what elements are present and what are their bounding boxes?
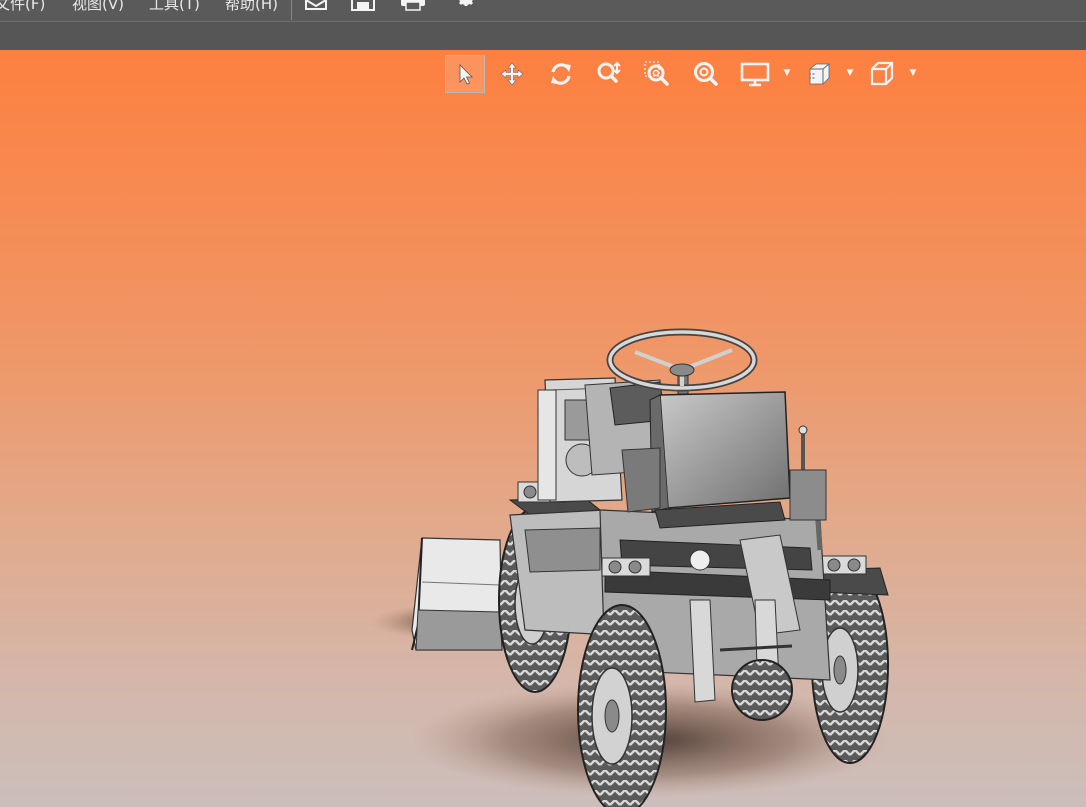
select-tool-button[interactable]: [445, 55, 485, 93]
cad-viewer-window: 文件(F) 视图(V) 工具(T) 帮助(H) ▼ ▼ ▼: [0, 0, 1086, 807]
pan-move-icon: [500, 62, 524, 86]
select-pointer-icon: [459, 64, 473, 85]
menu-help[interactable]: 帮助(H): [225, 0, 278, 14]
section-view-dropdown-caret[interactable]: ▼: [845, 68, 855, 78]
save-icon[interactable]: [350, 0, 376, 12]
display-mode-dropdown-caret[interactable]: ▼: [782, 68, 792, 78]
rotate-icon: [551, 63, 571, 85]
display-mode-icon: [740, 62, 770, 87]
display-mode-button[interactable]: [735, 55, 775, 93]
menu-tools[interactable]: 工具(T): [149, 0, 200, 14]
3d-viewport[interactable]: ▼ ▼ ▼: [0, 50, 1086, 807]
menu-separator: [291, 0, 292, 20]
print-icon[interactable]: [400, 0, 426, 12]
pan-tool-button[interactable]: [492, 55, 532, 93]
tractor-loader-model[interactable]: [360, 270, 920, 807]
zoom-tool-button[interactable]: [589, 55, 629, 93]
menu-file[interactable]: 文件(F): [0, 0, 45, 14]
menu-bar: 文件(F) 视图(V) 工具(T) 帮助(H): [0, 0, 1086, 22]
settings-gear-icon[interactable]: [454, 0, 480, 12]
rotate-tool-button[interactable]: [541, 55, 581, 93]
view-orientation-cube-icon: [870, 61, 894, 86]
section-view-button[interactable]: [799, 55, 839, 93]
secondary-toolbar: [0, 22, 1086, 50]
open-icon[interactable]: [303, 0, 329, 12]
menu-view[interactable]: 视图(V): [72, 0, 124, 14]
zoom-icon: [597, 61, 621, 83]
zoom-window-button[interactable]: [637, 55, 677, 93]
zoom-window-icon: [644, 61, 669, 86]
section-view-icon: [809, 63, 830, 85]
view-orientation-dropdown-caret[interactable]: ▼: [908, 68, 918, 78]
view-toolbar: ▼ ▼ ▼: [444, 53, 924, 95]
zoom-fit-button[interactable]: [686, 55, 726, 93]
zoom-fit-icon: [694, 62, 718, 86]
view-orientation-button[interactable]: [862, 55, 902, 93]
